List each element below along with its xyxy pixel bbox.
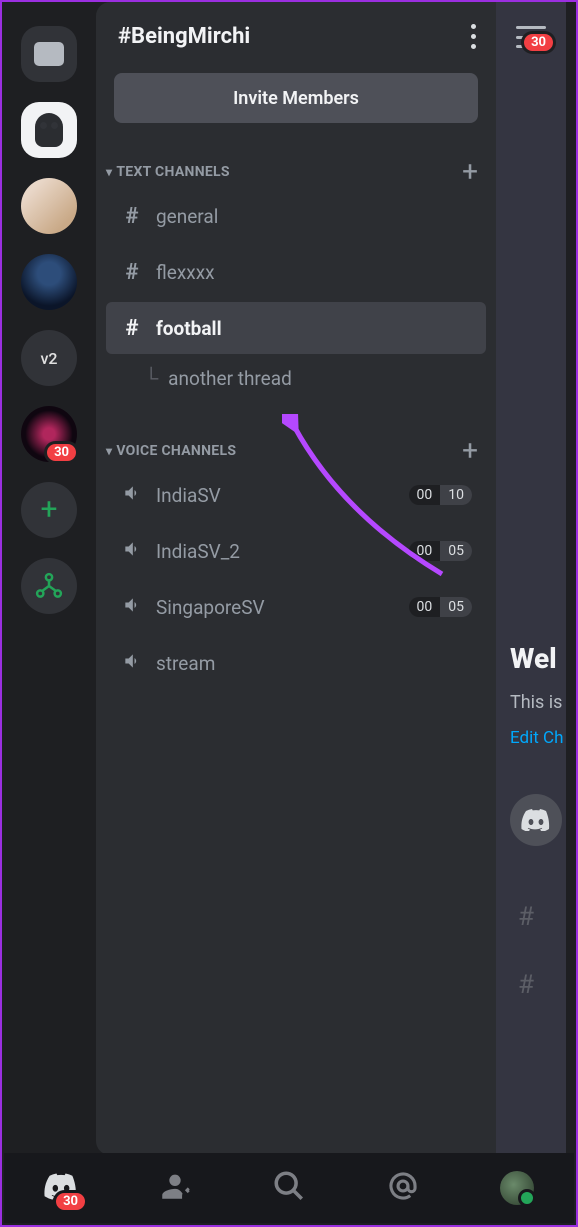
voice-channel-label: IndiaSV_2 [156,540,409,563]
server-v2-label: v2 [40,349,57,368]
chevron-down-icon: ▾ [106,165,112,179]
chevron-down-icon: ▾ [106,444,112,458]
notification-badge: 30 [521,31,556,54]
messages-server[interactable] [21,26,77,82]
channel-label: general [156,205,218,228]
search-icon [272,1169,306,1203]
text-channels-section[interactable]: ▾ TEXT CHANNELS + [96,155,496,188]
add-text-channel-button[interactable]: + [462,155,478,188]
thread-branch-icon: └ [144,366,158,391]
notification-badge: 30 [53,1190,88,1213]
hash-icon: # [518,902,534,932]
welcome-subtext: This is [510,692,562,713]
hamburger-button[interactable]: 30 [516,26,546,48]
hash-thread-icon: # [120,316,144,341]
speaker-icon [120,595,144,620]
speaker-icon [120,651,144,676]
friends-icon [158,1169,192,1203]
voice-channels-label: VOICE CHANNELS [116,443,236,459]
bottom-nav: 30 [4,1153,574,1223]
plus-icon: + [40,495,57,525]
voice-capacity: 00 05 [409,597,473,617]
hash-thread-icon: # [518,970,534,1000]
voice-channels-section[interactable]: ▾ VOICE CHANNELS + [96,434,496,467]
channel-panel: #BeingMirchi Invite Members ▾ TEXT CHANN… [96,2,496,1155]
user-avatar [500,1171,534,1205]
ghost-icon [35,113,63,147]
speaker-icon [120,539,144,564]
welcome-heading: Wel [510,642,557,675]
hub-icon [34,571,64,601]
at-icon [386,1169,420,1203]
nav-profile[interactable] [500,1171,534,1205]
server-rail: v2 30 + [2,2,96,1155]
voice-channel-indiasv2[interactable]: IndiaSV_2 00 05 [106,525,486,577]
channel-label: flexxxx [156,261,215,284]
text-channels-label: TEXT CHANNELS [116,164,230,180]
content-sliver: 30 Wel This is Edit Ch # # [496,2,566,1155]
voice-channel-stream[interactable]: stream [106,637,486,689]
hash-icon: # [120,204,144,229]
voice-channel-label: IndiaSV [156,484,409,507]
channel-football[interactable]: # football [106,302,486,354]
thread-label: another thread [168,367,292,390]
discord-icon [521,809,551,831]
add-server-button[interactable]: + [21,482,77,538]
channel-general[interactable]: # general [106,190,486,242]
voice-capacity: 00 10 [409,485,473,505]
server-v2[interactable]: v2 [21,330,77,386]
edit-channel-link[interactable]: Edit Ch [510,728,563,748]
nav-search[interactable] [272,1169,306,1207]
server-title: #BeingMirchi [118,24,250,49]
panel-header: #BeingMirchi [96,2,496,67]
channel-flexxxx[interactable]: # flexxxx [106,246,486,298]
server-avatar-3[interactable]: 30 [21,406,77,462]
bot-avatar[interactable] [510,794,562,846]
nav-home[interactable]: 30 [44,1169,78,1207]
voice-capacity: 00 05 [409,541,473,561]
speaker-icon [120,483,144,508]
channel-label: football [156,317,222,340]
invite-members-button[interactable]: Invite Members [114,73,478,123]
server-ghost[interactable] [21,102,77,158]
voice-channel-label: stream [156,652,472,675]
add-voice-channel-button[interactable]: + [462,434,478,467]
voice-channel-singaporesv[interactable]: SingaporeSV 00 05 [106,581,486,633]
hash-icon: # [120,260,144,285]
speech-bubble-icon [34,42,64,66]
nav-friends[interactable] [158,1169,192,1207]
server-avatar-1[interactable] [21,178,77,234]
server-avatar-2[interactable] [21,254,77,310]
server-discovery-button[interactable] [21,558,77,614]
thread-item[interactable]: └ another thread [106,356,486,400]
more-options-button[interactable] [471,24,476,49]
nav-mentions[interactable] [386,1169,420,1207]
voice-channel-label: SingaporeSV [156,596,409,619]
notification-badge: 30 [44,441,79,464]
voice-channel-indiasv[interactable]: IndiaSV 00 10 [106,469,486,521]
